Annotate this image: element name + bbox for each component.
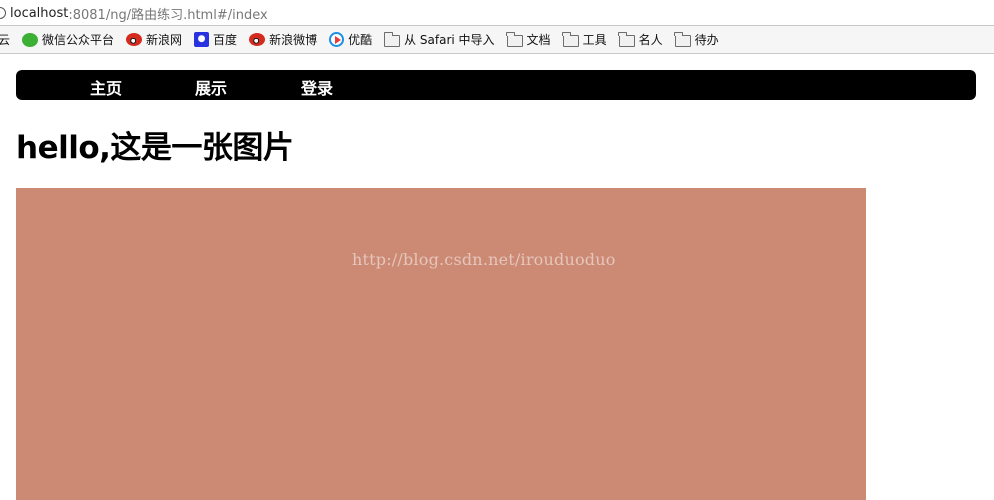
url-host: localhost [10, 5, 69, 21]
bookmark-baidu[interactable]: ● 百度 [194, 31, 237, 48]
folder-icon [383, 31, 401, 47]
bookmark-wechat[interactable]: 微信公众平台 [22, 31, 114, 48]
url-path: :8081/ng/路由练习.html#/index [68, 7, 268, 23]
address-bar[interactable]: localhost :8081/ng/路由练习.html#/index [0, 0, 994, 26]
folder-icon [562, 31, 579, 47]
bookmark-label: 文档 [526, 33, 551, 47]
baidu-icon: ● [194, 32, 210, 47]
bookmark-label: 待办 [694, 33, 719, 47]
site-navbar: 主页 展示 登录 [16, 70, 976, 100]
nav-link-home[interactable]: 主页 [90, 75, 122, 99]
folder-icon [506, 31, 523, 47]
folder-icon [674, 31, 691, 47]
bookmark-folder-todo[interactable]: 待办 [674, 31, 719, 48]
content-image: http://blog.csdn.net/irouduoduo [16, 188, 866, 500]
bookmark-label: 新浪网 [146, 33, 183, 47]
bookmark-label: 百度 [213, 33, 238, 47]
bookmark-folder-tools[interactable]: 工具 [562, 31, 607, 48]
weibo-icon [249, 33, 266, 46]
image-watermark: http://blog.csdn.net/irouduoduo [352, 250, 616, 269]
bookmark-label: 云 [0, 33, 11, 47]
youku-icon [329, 32, 345, 47]
nav-link-login[interactable]: 登录 [301, 75, 333, 99]
bookmark-youku[interactable]: 优酷 [329, 31, 372, 48]
bookmark-cloud[interactable]: 云 [0, 31, 10, 48]
bookmark-folder-safari-import[interactable]: 从 Safari 中导入 [383, 31, 495, 48]
page-info-icon[interactable] [0, 7, 6, 19]
page-title: hello,这是一张图片 [16, 130, 294, 166]
bookmark-label: 优酷 [348, 33, 373, 47]
wechat-icon [22, 32, 39, 47]
weibo-icon [126, 33, 143, 46]
bookmark-label: 工具 [582, 33, 607, 47]
bookmark-label: 微信公众平台 [42, 33, 115, 47]
nav-link-show[interactable]: 展示 [195, 75, 227, 99]
bookmark-folder-celebrities[interactable]: 名人 [618, 31, 663, 48]
folder-icon [618, 31, 635, 47]
bookmark-weibo[interactable]: 新浪微博 [249, 31, 317, 48]
bookmarks-bar: 云 微信公众平台 新浪网 ● 百度 新浪微博 优酷 从 Safari 中导入 文… [0, 26, 994, 54]
bookmark-label: 新浪微博 [269, 33, 318, 47]
bookmark-folder-docs[interactable]: 文档 [506, 31, 551, 48]
bookmark-label: 从 Safari 中导入 [404, 33, 495, 47]
bookmark-label: 名人 [638, 33, 663, 47]
bookmark-sina[interactable]: 新浪网 [126, 31, 182, 48]
